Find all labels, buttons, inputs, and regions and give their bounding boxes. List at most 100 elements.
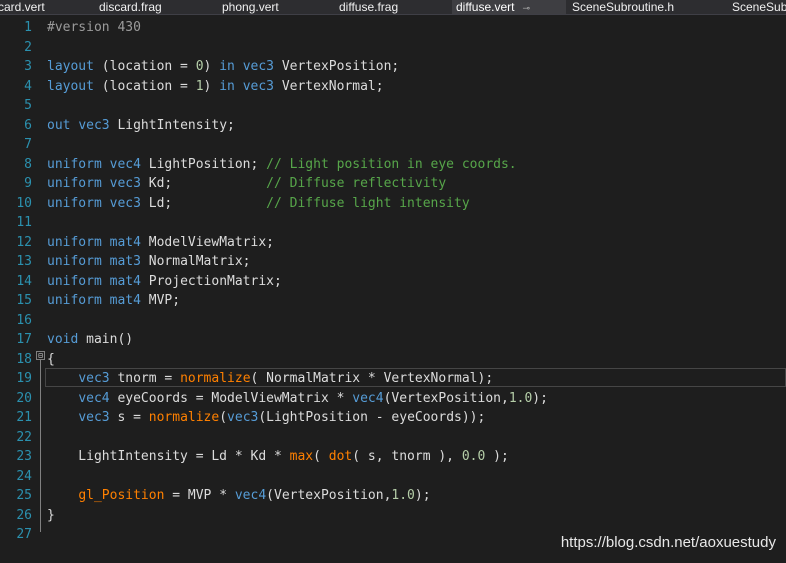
watermark: https://blog.csdn.net/aoxuestudy xyxy=(560,534,776,551)
code-line[interactable]: LightIntensity = Ld * Kd * max( dot( s, … xyxy=(47,447,509,467)
line-number: 7 xyxy=(24,137,32,152)
tab-label: card.vert xyxy=(0,0,45,14)
code-token: vec3 xyxy=(242,78,274,94)
code-token: normalize xyxy=(148,410,220,425)
code-token: ( xyxy=(313,449,329,464)
code-line[interactable]: { xyxy=(47,350,55,370)
code-token: { xyxy=(47,351,55,367)
code-token: LightIntensity = Ld * Kd * xyxy=(47,449,290,464)
tab-label: diffuse.vert xyxy=(456,0,515,14)
line-number: 22 xyxy=(16,429,32,445)
code-line[interactable]: uniform mat4 ProjectionMatrix; xyxy=(47,272,282,292)
code-line[interactable]: uniform vec3 Ld; // Diffuse light intens… xyxy=(47,194,470,214)
code-token: vec3 xyxy=(242,59,274,74)
tab-scenesubroutine-h[interactable]: SceneSubroutine.h xyxy=(572,0,674,14)
code-line[interactable]: gl_Position = MVP * vec4(VertexPosition,… xyxy=(47,486,430,506)
tab-label: discard.frag xyxy=(99,0,162,14)
code-line[interactable]: } xyxy=(47,506,55,526)
tab-scenesub[interactable]: SceneSub xyxy=(732,0,786,14)
code-line[interactable]: vec3 s = normalize(vec3(LightPosition - … xyxy=(47,408,485,428)
code-line[interactable]: layout (location = 1) in vec3 VertexNorm… xyxy=(47,77,384,97)
line-number: 9 xyxy=(24,176,32,191)
code-line[interactable]: uniform mat4 MVP; xyxy=(47,291,180,311)
code-token: vec4 xyxy=(234,488,267,503)
code-token: ) xyxy=(203,59,220,74)
pin-icon[interactable]: ⊸ xyxy=(522,3,530,13)
code-token: (VertexPosition, xyxy=(383,390,509,406)
line-number: 1 xyxy=(24,20,32,35)
code-token: // Diffuse light intensity xyxy=(266,195,470,211)
code-token: in xyxy=(219,78,235,94)
code-line[interactable]: out vec3 LightIntensity; xyxy=(47,116,235,136)
code-token: uniform xyxy=(47,156,102,172)
code-token: mat3 xyxy=(109,254,141,269)
line-number: 11 xyxy=(16,215,32,230)
line-number: 20 xyxy=(16,390,32,406)
code-token: 1.0 xyxy=(391,488,415,503)
code-line[interactable]: layout (location = 0) in vec3 VertexPosi… xyxy=(47,57,399,77)
collapse-icon[interactable]: ⊟ xyxy=(36,351,45,360)
code-line[interactable]: #version 430 xyxy=(47,18,141,38)
code-token: vec3 xyxy=(78,410,110,425)
code-line[interactable]: uniform vec3 Kd; // Diffuse reflectivity xyxy=(47,174,446,194)
code-token: vec3 xyxy=(109,195,141,211)
code-token: vec4 xyxy=(78,390,110,406)
code-token: max xyxy=(289,449,314,464)
tab-phong-vert[interactable]: phong.vert xyxy=(222,0,279,14)
line-number: 19 xyxy=(16,371,32,386)
line-number: 2 xyxy=(24,39,32,55)
code-token: vec4 xyxy=(109,156,141,172)
line-number: 21 xyxy=(16,410,32,425)
code-line[interactable]: uniform mat4 ModelViewMatrix; xyxy=(47,233,274,253)
code-line[interactable]: void main() xyxy=(47,330,133,350)
line-number: 23 xyxy=(16,449,32,464)
code-token: layout xyxy=(47,78,94,94)
fold-guide-line xyxy=(40,360,41,532)
code-line[interactable]: vec4 eyeCoords = ModelViewMatrix * vec4(… xyxy=(47,389,548,409)
current-line-highlight xyxy=(45,368,786,387)
code-line[interactable]: uniform vec4 LightPosition; // Light pos… xyxy=(47,155,517,175)
code-token: uniform xyxy=(47,293,102,308)
line-number: 13 xyxy=(16,254,32,269)
code-token: vec3 xyxy=(109,176,141,191)
code-token: VertexPosition; xyxy=(274,59,400,74)
code-token: ModelViewMatrix; xyxy=(140,234,274,250)
code-token: mat4 xyxy=(109,234,141,250)
line-number: 5 xyxy=(24,98,32,113)
code-token: // Diffuse reflectivity xyxy=(266,176,447,191)
code-token: (VertexPosition, xyxy=(266,488,392,503)
code-token: uniform xyxy=(47,176,102,191)
tab-label: SceneSubroutine.h xyxy=(572,0,675,14)
code-token: = MVP * xyxy=(164,488,235,503)
line-number: 6 xyxy=(24,117,32,133)
line-number: 17 xyxy=(16,332,32,347)
code-token: void xyxy=(47,332,79,347)
code-line[interactable]: uniform mat3 NormalMatrix; xyxy=(47,252,251,272)
code-editor[interactable]: 1 2 3 4 5 6 7 8 9 10 11 12 13 14 15 16 17 18 19 20 21 22 23 24 2… xyxy=(0,16,786,563)
code-token: vec3 xyxy=(78,117,110,133)
code-token: ); xyxy=(485,449,509,464)
code-token: 1.0 xyxy=(508,390,533,406)
code-token: mat4 xyxy=(109,273,141,289)
tab-diffuse-frag[interactable]: diffuse.frag xyxy=(339,0,398,14)
line-number: 24 xyxy=(16,468,32,484)
code-token: (location = xyxy=(93,78,196,94)
line-number: 25 xyxy=(16,488,32,503)
code-token: ( s, tnorm ), xyxy=(352,449,462,464)
tab-diffuse-vert[interactable]: diffuse.vert ⊸ xyxy=(452,0,566,14)
code-token: VertexNormal; xyxy=(274,78,384,94)
code-token: dot xyxy=(328,449,353,464)
code-token: 0.0 xyxy=(461,449,486,464)
line-number: 4 xyxy=(24,78,32,94)
code-token: vec3 xyxy=(227,410,259,425)
tab-label: diffuse.frag xyxy=(339,0,399,14)
tab-discard-frag[interactable]: discard.frag xyxy=(99,0,162,14)
code-token: NormalMatrix; xyxy=(140,254,251,269)
tab-card-vert[interactable]: card.vert xyxy=(0,0,45,14)
